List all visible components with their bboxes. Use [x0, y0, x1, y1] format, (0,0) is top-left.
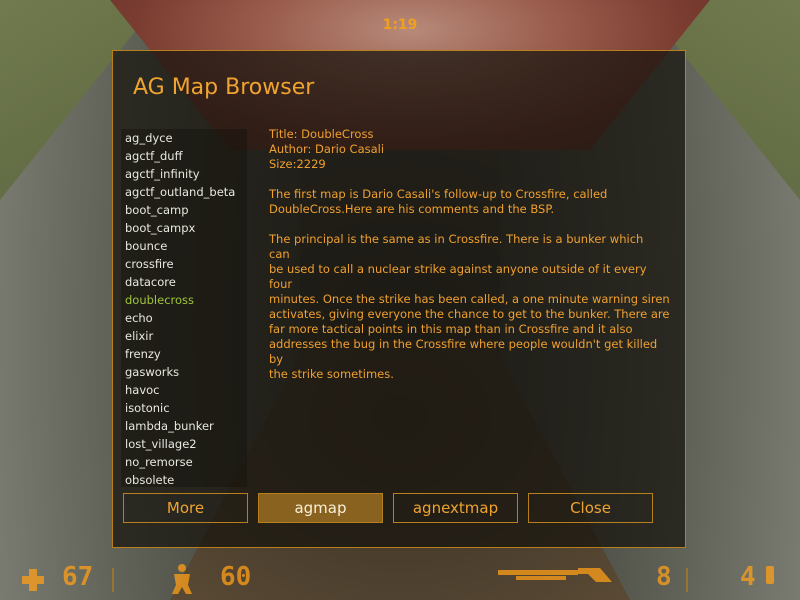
hud-separator	[112, 568, 114, 592]
map-list-item[interactable]: agctf_infinity	[121, 165, 247, 183]
description-line: activates, giving everyone the chance to…	[269, 307, 670, 321]
agnextmap-button[interactable]: agnextmap	[393, 493, 518, 523]
description-line: the strike sometimes.	[269, 367, 394, 381]
map-list-item[interactable]: crossfire	[121, 255, 247, 273]
map-description-part2: The principal is the same as in Crossfir…	[269, 232, 679, 382]
round-timer: 1:19	[382, 17, 418, 33]
map-list-item[interactable]: obsolete	[121, 471, 247, 487]
description-line: addresses the bug in the Crossfire where…	[269, 337, 658, 351]
map-list-item[interactable]: echo	[121, 309, 247, 327]
description-line: minutes. Once the strike has been called…	[269, 292, 670, 306]
description-line: by	[269, 352, 284, 366]
map-list-item[interactable]: bounce	[121, 237, 247, 255]
map-author-line: Author: Dario Casali	[269, 142, 385, 156]
description-line: can	[269, 247, 290, 261]
suit-icon	[172, 564, 192, 594]
map-list-item[interactable]: agctf_duff	[121, 147, 247, 165]
shell-icon	[766, 566, 774, 584]
map-browser-panel: AG Map Browser ag_dyce agctf_duff agctf_in…	[112, 50, 686, 548]
cross-icon	[22, 569, 44, 591]
health-value: 67	[62, 562, 94, 592]
map-list-item[interactable]: boot_campx	[121, 219, 247, 237]
map-list-item[interactable]: agctf_outland_beta	[121, 183, 247, 201]
shotgun-icon	[498, 568, 612, 582]
map-list-item[interactable]: datacore	[121, 273, 247, 291]
map-list-item[interactable]: ag_dyce	[121, 129, 247, 147]
map-list-item[interactable]: gasworks	[121, 363, 247, 381]
description-line: The first map is Dario Casali's follow-u…	[269, 187, 608, 201]
description-line: The principal is the same as in Crossfir…	[269, 232, 644, 246]
description-line: far more tactical points in this map tha…	[269, 322, 633, 336]
description-line: be used to call a nuclear strike against…	[269, 262, 647, 276]
armor-value: 60	[220, 562, 252, 592]
clip-ammo-value: 8	[656, 562, 672, 592]
map-list-item[interactable]: isotonic	[121, 399, 247, 417]
reserve-ammo-value: 4	[740, 562, 756, 592]
description-line: DoubleCross.Here are his comments and th…	[269, 202, 555, 216]
map-list[interactable]: ag_dyce agctf_duff agctf_infinity agctf_out…	[121, 129, 247, 487]
hud-separator-ammo	[686, 568, 688, 592]
panel-title: AG Map Browser	[133, 75, 315, 100]
more-button[interactable]: More	[123, 493, 248, 523]
map-size-line: Size:2229	[269, 157, 326, 171]
map-list-item[interactable]: boot_camp	[121, 201, 247, 219]
map-list-item[interactable]: havoc	[121, 381, 247, 399]
map-list-item[interactable]: no_remorse	[121, 453, 247, 471]
map-list-item[interactable]: lost_village2	[121, 435, 247, 453]
map-list-item[interactable]: lambda_bunker	[121, 417, 247, 435]
agmap-button[interactable]: agmap	[258, 493, 383, 523]
map-details: Title: DoubleCross Author: Dario Casali …	[269, 127, 679, 382]
map-description-part1: The first map is Dario Casali's follow-u…	[269, 187, 679, 217]
map-title-line: Title: DoubleCross	[269, 127, 374, 141]
close-button[interactable]: Close	[528, 493, 653, 523]
map-list-item[interactable]: elixir	[121, 327, 247, 345]
description-line: four	[269, 277, 293, 291]
map-list-item[interactable]: frenzy	[121, 345, 247, 363]
map-list-item[interactable]: doublecross	[121, 291, 247, 309]
